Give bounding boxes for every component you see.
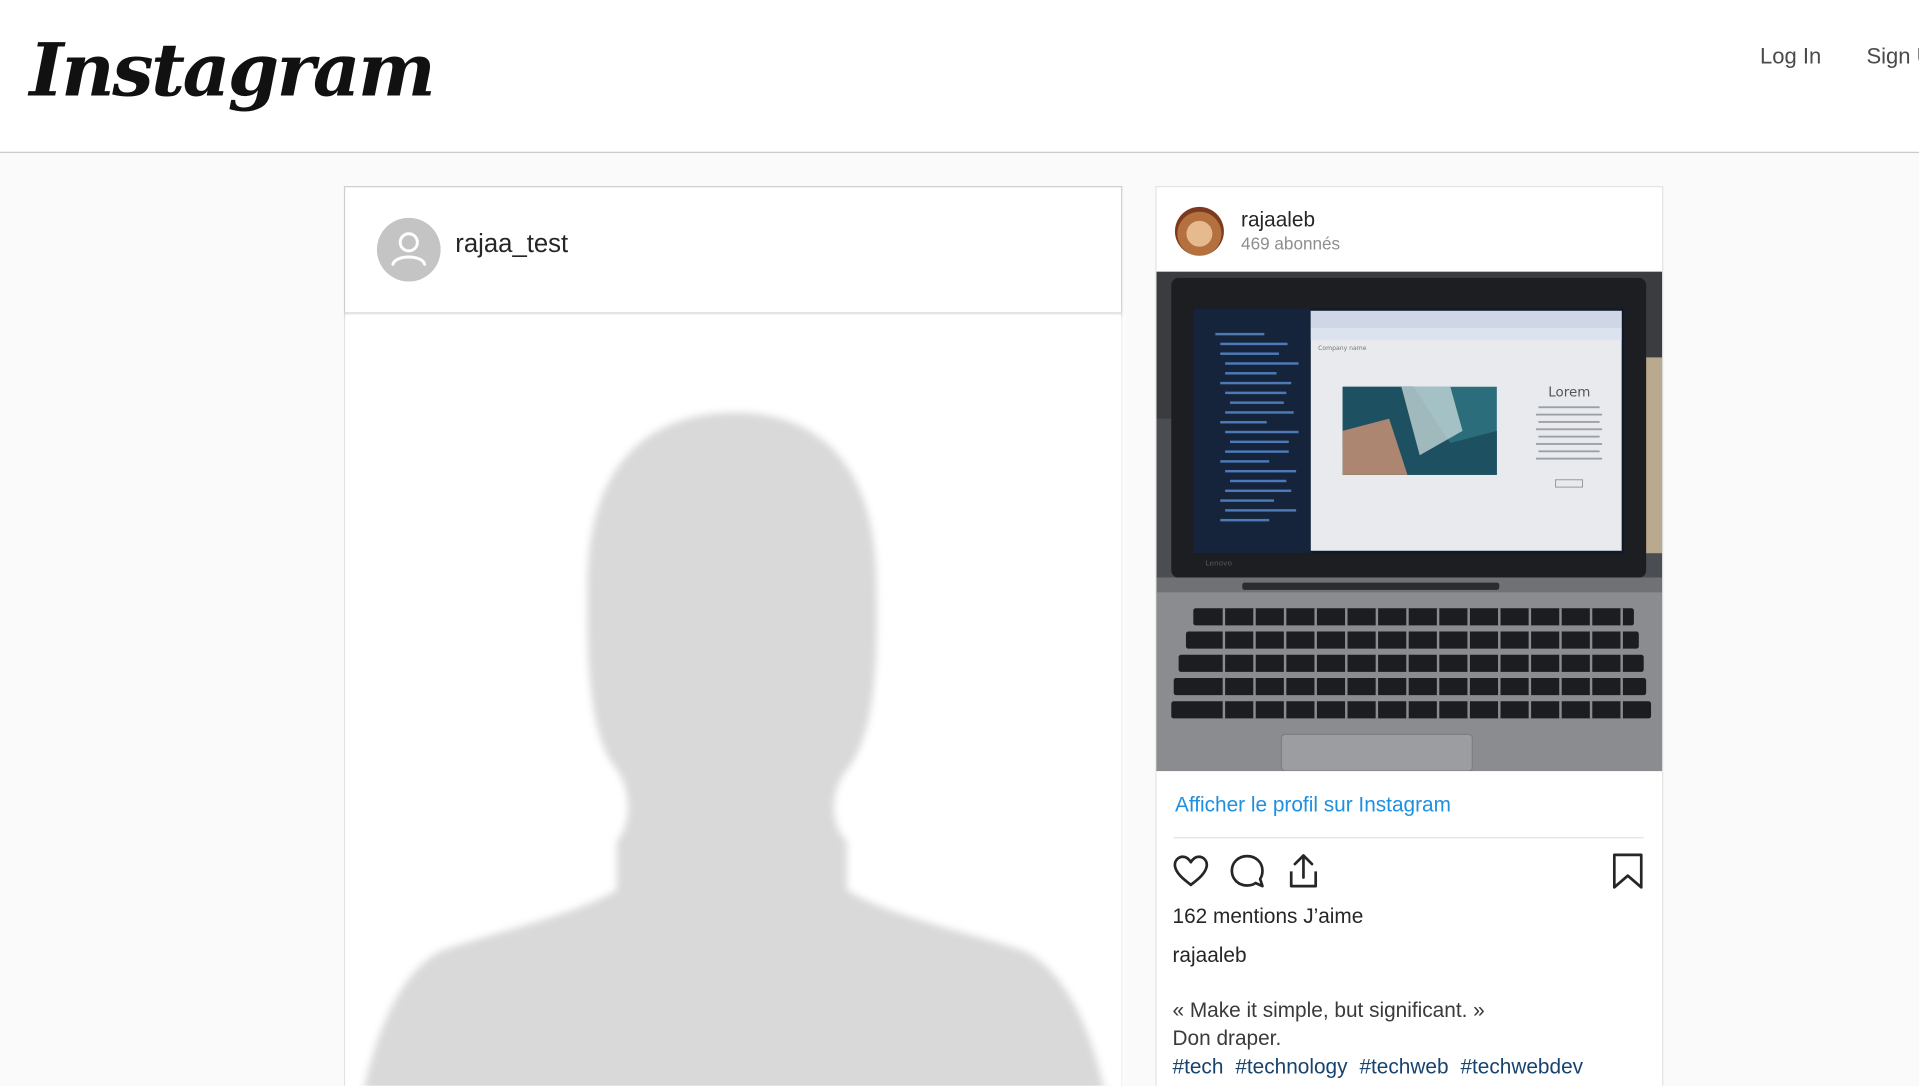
signup-link[interactable]: Sign U — [1866, 44, 1919, 70]
embed-divider — [1173, 837, 1644, 839]
top-navigation-bar: Instagram Log In Sign U — [0, 0, 1919, 153]
embed-avatar[interactable] — [1174, 206, 1224, 256]
comment-icon[interactable] — [1228, 852, 1267, 891]
page: Instagram Log In Sign U rajaa_test — [0, 0, 1919, 1086]
embed-post-photo[interactable]: Company name Lorem Lenovo — [1156, 271, 1663, 772]
likes-count: 162 mentions J’aime — [1172, 904, 1364, 928]
laptop-brand-label: Lenovo — [1206, 558, 1233, 567]
default-avatar-icon[interactable] — [376, 217, 441, 282]
instagram-embed-card: rajaaleb 469 abonnés Company name Lorem … — [1155, 186, 1664, 1086]
share-icon[interactable] — [1284, 852, 1323, 891]
profile-username[interactable]: rajaa_test — [455, 230, 568, 259]
caption-author-line: Don draper. — [1172, 1026, 1282, 1051]
profile-silhouette-image — [345, 314, 1124, 1086]
view-profile-link[interactable]: Afficher le profil sur Instagram — [1175, 793, 1451, 817]
caption-quote-line: « Make it simple, but significant. » — [1172, 998, 1485, 1022]
heart-icon[interactable] — [1171, 852, 1210, 891]
caption-username[interactable]: rajaaleb — [1172, 944, 1246, 968]
bookmark-icon[interactable] — [1608, 852, 1647, 891]
profile-card: rajaa_test — [343, 186, 1124, 1086]
photo-company-name: Company name — [1318, 345, 1367, 352]
hashtag-link[interactable]: #tech — [1172, 1055, 1223, 1078]
profile-card-header: rajaa_test — [345, 187, 1122, 315]
instagram-logo[interactable]: Instagram — [29, 22, 435, 120]
photo-hero-title: Lorem — [1548, 386, 1590, 401]
embed-username[interactable]: rajaaleb — [1241, 208, 1315, 232]
hashtag-link[interactable]: #techweb — [1359, 1055, 1448, 1078]
embed-followers-count: 469 abonnés — [1241, 233, 1341, 254]
hashtag-link[interactable]: #technology — [1235, 1055, 1347, 1078]
caption-hashtags: #tech #technology #techweb #techwebdev — [1172, 1055, 1589, 1079]
login-link[interactable]: Log In — [1760, 44, 1821, 70]
hashtag-link[interactable]: #techwebdev — [1460, 1055, 1583, 1078]
